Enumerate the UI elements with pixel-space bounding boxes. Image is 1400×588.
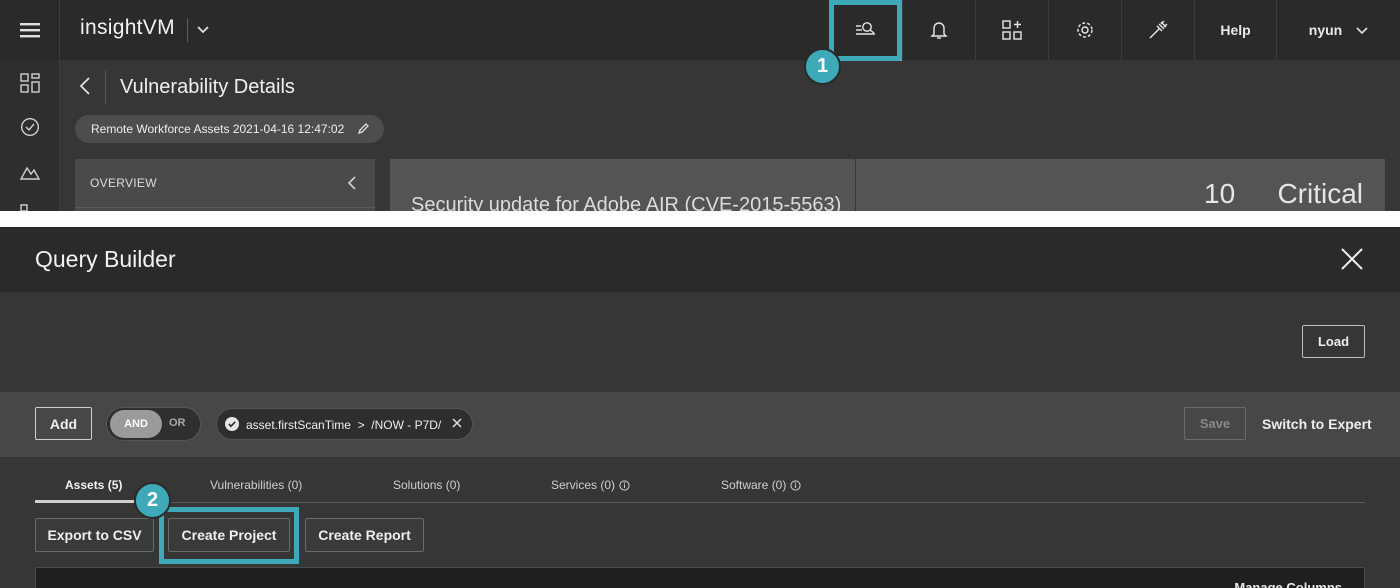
pencil-icon[interactable]	[357, 122, 370, 135]
add-dashboard-nav-button[interactable]	[975, 0, 1048, 60]
create-report-button[interactable]: Create Report	[305, 518, 424, 552]
load-button[interactable]: Load	[1302, 325, 1365, 358]
severity-card: 10 Critical	[856, 159, 1385, 211]
plug-icon	[1149, 20, 1168, 39]
query-builder-header: Query Builder	[0, 227, 1400, 292]
tab-solutions[interactable]: Solutions (0)	[393, 478, 460, 492]
overview-label: OVERVIEW	[90, 176, 157, 190]
risk-score: 10	[1204, 178, 1236, 209]
tab-vulnerabilities[interactable]: Vulnerabilities (0)	[210, 478, 302, 492]
info-icon[interactable]	[619, 480, 630, 491]
and-option[interactable]: AND	[110, 410, 162, 438]
export-csv-button[interactable]: Export to CSV	[35, 518, 154, 552]
gear-icon	[1077, 22, 1093, 38]
query-toolbar: Add AND OR asset.firstScanTime > /NOW - …	[0, 392, 1400, 457]
results-tabs: Assets (5) Vulnerabilities (0) Solutions…	[35, 477, 1365, 503]
query-builder-title: Query Builder	[35, 246, 176, 272]
query-builder-screen: Query Builder Load Add AND OR asset.firs…	[0, 227, 1400, 588]
tab-services-label: Services (0)	[551, 478, 616, 492]
or-option[interactable]: OR	[169, 417, 186, 429]
title-divider	[105, 70, 106, 104]
close-icon[interactable]	[1340, 247, 1364, 271]
callout-badge-1: 1	[804, 48, 841, 85]
user-name: nyun	[1308, 22, 1343, 38]
callout-highlight-create-project	[159, 507, 299, 564]
vulnerability-details-screen: insightVM Help nyun 1 Vulnerability Deta…	[0, 0, 1400, 211]
vulnerability-title: Security update for Adobe AIR (CVE-2015-…	[411, 194, 842, 211]
chevron-down-icon	[1356, 27, 1368, 35]
help-nav-button[interactable]: Help	[1194, 0, 1276, 60]
filter-chip[interactable]: asset.firstScanTime > /NOW - P7D/	[216, 408, 473, 440]
overview-divider	[75, 207, 375, 208]
results-grid-header: Manage Columns	[35, 567, 1365, 588]
app-logo[interactable]: insightVM	[80, 16, 175, 40]
add-button[interactable]: Add	[35, 407, 92, 440]
top-navbar: insightVM Help nyun	[0, 0, 1400, 60]
tab-services[interactable]: Services (0)	[551, 478, 630, 492]
menu-button[interactable]	[0, 0, 60, 60]
overview-panel-header[interactable]: OVERVIEW	[75, 159, 375, 211]
callout-highlight-query-builder	[829, 0, 902, 61]
workflow-icon[interactable]	[20, 204, 40, 211]
check-circle-icon[interactable]	[20, 117, 40, 137]
info-icon[interactable]	[790, 480, 801, 491]
and-or-toggle[interactable]: AND OR	[106, 407, 201, 441]
notifications-nav-button[interactable]	[902, 0, 975, 60]
back-arrow-icon[interactable]	[78, 76, 92, 96]
scope-pill-label: Remote Workforce Assets 2021-04-16 12:47…	[91, 122, 345, 136]
user-menu-button[interactable]: nyun	[1276, 0, 1400, 60]
tab-assets[interactable]: Assets (5)	[65, 478, 122, 492]
page-title: Vulnerability Details	[120, 76, 295, 98]
manage-columns-button[interactable]: Manage Columns	[1234, 580, 1342, 588]
switch-to-expert-link[interactable]: Switch to Expert	[1262, 416, 1372, 432]
integrations-nav-button[interactable]	[1121, 0, 1194, 60]
remove-filter-icon[interactable]	[452, 418, 462, 428]
callout-badge-2: 2	[134, 482, 171, 519]
check-circle-icon	[225, 417, 239, 431]
vulnerability-title-card: Security update for Adobe AIR (CVE-2015-…	[390, 159, 855, 211]
chevron-left-icon[interactable]	[347, 176, 357, 190]
scope-pill[interactable]: Remote Workforce Assets 2021-04-16 12:47…	[75, 115, 385, 143]
tab-software[interactable]: Software (0)	[721, 478, 801, 492]
bell-icon	[930, 22, 948, 39]
hamburger-icon	[19, 23, 40, 38]
dashboard-add-icon	[1002, 20, 1022, 40]
dashboard-icon[interactable]	[20, 73, 40, 93]
filter-chip-label: asset.firstScanTime > /NOW - P7D/	[246, 418, 442, 432]
mountain-chart-icon[interactable]	[20, 161, 40, 181]
side-navigation	[0, 60, 60, 211]
tab-software-label: Software (0)	[721, 478, 787, 492]
severity-label: Critical	[1277, 178, 1363, 209]
settings-nav-button[interactable]	[1048, 0, 1121, 60]
chevron-down-icon[interactable]	[196, 22, 210, 36]
logo-divider	[187, 18, 188, 42]
save-button[interactable]: Save	[1184, 407, 1246, 440]
